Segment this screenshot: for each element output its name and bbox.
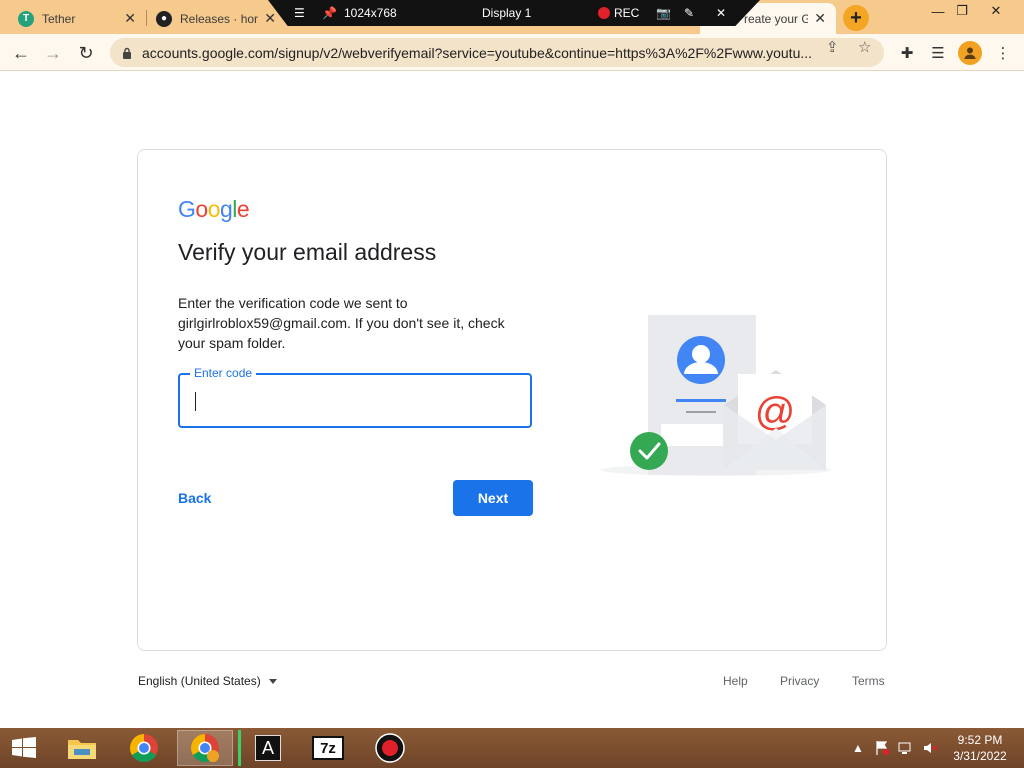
windows-taskbar: A 7z ▲ 9:52 PM 3/31/2022	[0, 728, 1024, 768]
network-shape	[898, 742, 911, 754]
tab-tether[interactable]: T Tether ✕	[8, 3, 146, 34]
tab-label: Releases · hor	[180, 11, 259, 26]
extensions-icon[interactable]: ✚	[896, 42, 918, 64]
action-center-flag-icon[interactable]	[874, 728, 890, 768]
chrome-shape	[130, 734, 158, 762]
close-icon[interactable]: ✕	[814, 10, 826, 27]
close-icon[interactable]: ✕	[264, 10, 276, 27]
language-label: English (United States)	[138, 674, 261, 688]
page-title: Verify your email address	[178, 239, 437, 265]
file-explorer-icon[interactable]	[54, 730, 110, 766]
resolution-label: 1024x768	[344, 6, 397, 20]
recorder-toolbar: ☰ 📌 1024x768 Display 1 REC 📷 ✎ ✕	[268, 0, 760, 26]
pin-icon[interactable]: 📌	[322, 6, 337, 20]
chrome-profile-shape	[191, 734, 219, 762]
forward-arrow-icon[interactable]: →	[40, 40, 66, 66]
volume-muted-icon[interactable]	[922, 728, 938, 768]
network-icon[interactable]	[898, 728, 914, 768]
pencil-icon[interactable]: ✎	[684, 6, 694, 20]
star-icon[interactable]: ☆	[858, 38, 871, 56]
verification-description: Enter the verification code we sent to g…	[178, 295, 505, 351]
at-sign-icon: @	[755, 390, 796, 434]
back-button[interactable]: Back	[178, 490, 211, 506]
person-icon	[964, 47, 976, 59]
screen-recorder-icon[interactable]	[362, 730, 418, 766]
help-link[interactable]: Help	[723, 674, 748, 688]
google-logo: Google	[178, 196, 250, 222]
font-app-icon[interactable]: A	[240, 730, 296, 766]
flag-shape	[876, 741, 889, 755]
windows-icon	[12, 737, 36, 758]
screen: T Tether ✕ ● Releases · hor ✕ reate your…	[0, 0, 1024, 768]
letter-a-icon: A	[255, 735, 281, 761]
show-hidden-icons[interactable]: ▲	[852, 728, 864, 768]
plus-icon: +	[850, 6, 862, 29]
language-selector[interactable]: English (United States)	[138, 674, 277, 688]
7zip-icon[interactable]: 7z	[300, 730, 356, 766]
display-label: Display 1	[482, 6, 532, 20]
start-button[interactable]	[0, 730, 48, 766]
verify-card: Google Verify your email address Enter t…	[137, 149, 887, 651]
rec-label: REC	[614, 6, 640, 20]
new-tab-button[interactable]: +	[843, 5, 869, 31]
record-icon	[598, 7, 610, 19]
speaker-shape	[924, 743, 938, 753]
tether-icon: T	[18, 10, 34, 27]
code-field[interactable]: Enter code	[178, 366, 532, 428]
restore-button[interactable]: ❐	[946, 0, 978, 22]
chrome-profile-icon[interactable]	[177, 730, 233, 766]
close-icon[interactable]: ✕	[124, 10, 136, 27]
reload-icon[interactable]: ↻	[73, 40, 99, 66]
browser-toolbar: ← → ↻ accounts.google.com/signup/v2/webv…	[0, 34, 1024, 71]
system-clock[interactable]: 9:52 PM 3/31/2022	[940, 732, 1020, 764]
lock-icon	[123, 47, 131, 59]
address-bar[interactable]: accounts.google.com/signup/v2/webverifye…	[110, 38, 884, 67]
privacy-link[interactable]: Privacy	[780, 674, 819, 688]
code-field-label: Enter code	[190, 366, 257, 380]
rec-indicator[interactable]: REC	[598, 6, 639, 20]
tab-releases[interactable]: ● Releases · hor ✕	[146, 3, 286, 34]
folder-shape	[68, 740, 96, 759]
code-input[interactable]	[194, 389, 514, 413]
back-arrow-icon[interactable]: ←	[8, 40, 34, 66]
tab-label: Tether	[42, 11, 76, 26]
close-icon[interactable]: ✕	[716, 6, 726, 20]
next-button[interactable]: Next	[453, 480, 533, 516]
clock-date: 3/31/2022	[953, 749, 1007, 763]
camera-icon[interactable]: 📷	[656, 6, 671, 20]
record-button-shape	[375, 733, 405, 763]
terms-link[interactable]: Terms	[852, 674, 885, 688]
7z-badge: 7z	[312, 736, 344, 760]
chrome-icon[interactable]	[116, 730, 172, 766]
dropdown-arrow-icon	[268, 678, 277, 684]
verify-email-illustration: @	[601, 315, 831, 476]
github-icon: ●	[156, 10, 172, 27]
menu-icon[interactable]: ☰	[294, 6, 305, 20]
share-icon[interactable]: ⇪	[826, 38, 839, 56]
text-caret	[195, 392, 196, 411]
url-text: accounts.google.com/signup/v2/webverifye…	[142, 44, 813, 61]
media-queue-icon[interactable]: ☰	[927, 42, 949, 64]
close-window-button[interactable]: ✕	[980, 0, 1012, 22]
more-menu-icon[interactable]: ⋮	[992, 42, 1014, 64]
clock-time: 9:52 PM	[957, 733, 1003, 747]
profile-avatar-icon[interactable]	[958, 41, 982, 65]
